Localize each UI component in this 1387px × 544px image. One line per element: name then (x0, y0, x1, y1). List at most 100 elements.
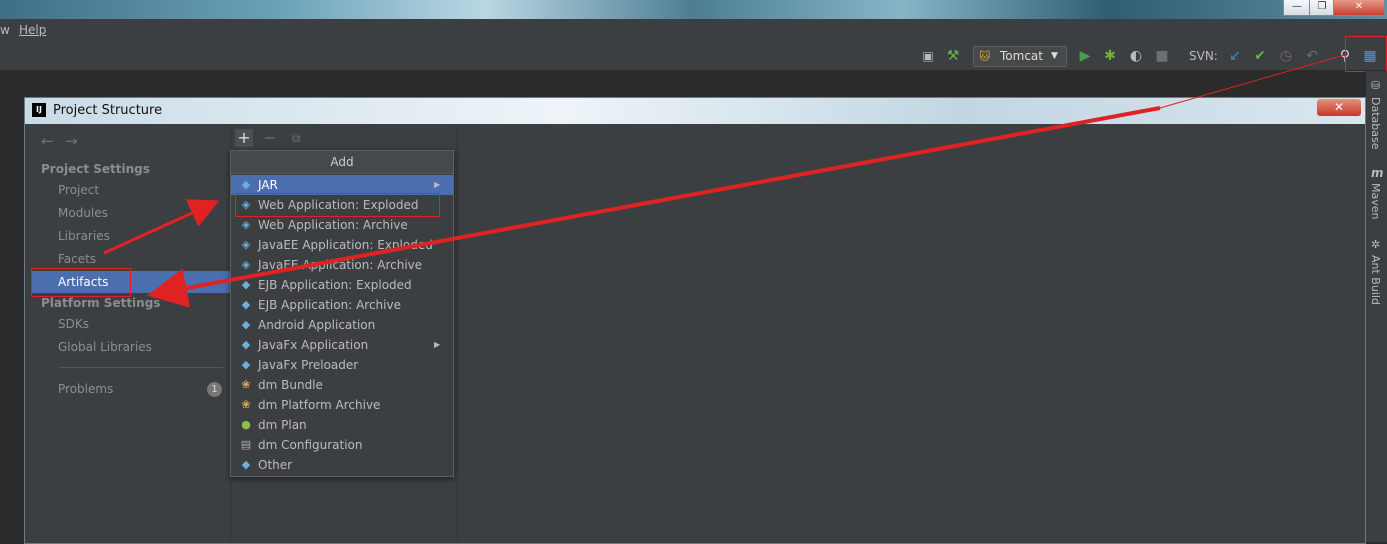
svn-update-icon[interactable]: ↙ (1226, 47, 1244, 65)
nav-item-label: SDKs (58, 317, 89, 331)
popup-item-label: JavaEE Application: Exploded (258, 238, 433, 252)
problems-count-badge: 1 (207, 382, 222, 397)
project-settings-header: Project Settings (41, 162, 150, 176)
revert-icon[interactable]: ↶ (1303, 47, 1321, 65)
copy-artifact-button[interactable]: ⧉ (287, 129, 305, 147)
popup-item-label: JavaFx Preloader (258, 358, 359, 372)
popup-item-ejb-exploded[interactable]: ◆ EJB Application: Exploded (231, 275, 453, 295)
nav-item-label: Project (58, 183, 100, 197)
popup-item-other[interactable]: ◆ Other (231, 455, 453, 475)
os-window-titlebar: — ❐ ✕ (0, 0, 1387, 19)
nav-item-libraries[interactable]: Libraries (31, 225, 230, 247)
tool-tab-ant-build[interactable]: Ant Build (1369, 255, 1382, 305)
javaee-artifact-icon: ◈ (241, 238, 251, 251)
popup-item-label: dm Plan (258, 418, 307, 432)
dm-bundle-icon: ❀ (241, 378, 251, 391)
nav-item-facets[interactable]: Facets (31, 248, 230, 270)
run-configuration-select[interactable]: 🐱 Tomcat ▼ (973, 46, 1067, 67)
chevron-down-icon: ▼ (1051, 51, 1058, 61)
ant-icon: ✲ (1371, 238, 1381, 251)
menubar: w Help (0, 19, 1387, 43)
nav-item-label: Global Libraries (58, 340, 152, 354)
popup-item-javaee-exploded[interactable]: ◈ JavaEE Application: Exploded (231, 235, 453, 255)
platform-settings-header: Platform Settings (41, 296, 161, 310)
popup-item-label: EJB Application: Archive (258, 298, 401, 312)
menu-window[interactable]: w (0, 23, 10, 37)
diamond-icon: ◆ (241, 338, 251, 351)
settings-nav-panel: ← → Project Settings Project Modules Lib… (31, 127, 231, 543)
popup-item-jar[interactable]: ◆ JAR ▶ (231, 175, 453, 195)
forward-arrow-icon[interactable]: → (65, 132, 78, 150)
database-icon: ⛁ (1371, 79, 1381, 92)
project-structure-dialog: IJ Project Structure ✕ ← → Project Setti… (24, 97, 1366, 544)
debug-bug-icon[interactable]: ✱ (1101, 47, 1119, 65)
run-config-label: Tomcat (1000, 49, 1043, 63)
popup-title: Add (231, 151, 453, 174)
popup-item-javafx-preloader[interactable]: ◆ JavaFx Preloader (231, 355, 453, 375)
popup-item-dm-bundle[interactable]: ❀ dm Bundle (231, 375, 453, 395)
popup-item-javaee-archive[interactable]: ◈ JavaEE Application: Archive (231, 255, 453, 275)
popup-item-label: Android Application (258, 318, 376, 332)
popup-item-label: Other (258, 458, 293, 472)
highlight-box-artifacts (31, 268, 131, 297)
menu-help[interactable]: Help (19, 23, 46, 37)
nav-item-sdks[interactable]: SDKs (31, 313, 230, 335)
coverage-icon[interactable]: ◐ (1127, 47, 1145, 65)
submenu-arrow-icon: ▶ (434, 340, 441, 349)
remove-artifact-button[interactable]: − (261, 129, 279, 147)
svn-commit-icon[interactable]: ✔ (1251, 47, 1269, 65)
dialog-titlebar: IJ Project Structure ✕ (25, 98, 1365, 124)
file-icon: ▤ (240, 438, 252, 451)
popup-item-label: dm Platform Archive (258, 398, 381, 412)
main-toolbar: ▣ ⚒ 🐱 Tomcat ▼ ▶ ✱ ◐ ■ SVN: ↙ ✔ ◷ ↶ ⚲ ▦ (0, 42, 1387, 71)
popup-item-label: EJB Application: Exploded (258, 278, 412, 292)
diamond-icon: ◆ (241, 458, 251, 471)
restore-button[interactable]: ❐ (1309, 0, 1335, 16)
popup-item-dm-plan[interactable]: ● dm Plan (231, 415, 453, 435)
artifact-details-panel (458, 127, 1363, 543)
tomcat-icon: 🐱 (979, 50, 991, 63)
popup-item-web-archive[interactable]: ◈ Web Application: Archive (231, 215, 453, 235)
nav-item-label: Libraries (58, 229, 110, 243)
popup-item-label: JavaEE Application: Archive (258, 258, 423, 272)
nav-item-label: Facets (58, 252, 97, 266)
ejb-artifact-icon: ◆ (241, 298, 251, 311)
popup-item-label: Web Application: Archive (258, 218, 408, 232)
popup-item-javafx-application[interactable]: ◆ JavaFx Application ▶ (231, 335, 453, 355)
right-tool-strip: ⛁ Database m Maven ✲ Ant Build (1365, 71, 1387, 542)
nav-separator (59, 367, 224, 368)
nav-item-problems[interactable]: Problems 1 (31, 378, 230, 400)
stop-icon[interactable]: ■ (1153, 47, 1171, 65)
dialog-close-button[interactable]: ✕ (1317, 99, 1361, 116)
popup-item-label: dm Bundle (258, 378, 323, 392)
popup-item-android[interactable]: ◆ Android Application (231, 315, 453, 335)
dm-plan-icon: ● (241, 418, 251, 431)
highlight-box-project-structure (1345, 36, 1387, 72)
add-artifact-button[interactable]: + (235, 129, 253, 147)
terminal-icon[interactable]: ▣ (919, 47, 937, 65)
window-close-button[interactable]: ✕ (1333, 0, 1385, 16)
submenu-arrow-icon: ▶ (434, 180, 441, 189)
back-arrow-icon[interactable]: ← (41, 132, 54, 150)
popup-item-label: dm Configuration (258, 438, 363, 452)
nav-item-modules[interactable]: Modules (31, 202, 230, 224)
build-hammer-icon[interactable]: ⚒ (944, 47, 962, 65)
run-icon[interactable]: ▶ (1076, 47, 1094, 65)
ejb-artifact-icon: ◆ (241, 278, 251, 291)
tool-tab-maven[interactable]: Maven (1369, 183, 1382, 219)
minimize-button[interactable]: — (1283, 0, 1311, 16)
popup-item-ejb-archive[interactable]: ◆ EJB Application: Archive (231, 295, 453, 315)
nav-item-project[interactable]: Project (31, 179, 230, 201)
nav-item-global-libraries[interactable]: Global Libraries (31, 336, 230, 358)
nav-item-label: Modules (58, 206, 108, 220)
history-icon[interactable]: ◷ (1277, 47, 1295, 65)
popup-item-dm-platform-archive[interactable]: ❀ dm Platform Archive (231, 395, 453, 415)
popup-item-label: JavaFx Application (258, 338, 369, 352)
tool-tab-database[interactable]: Database (1369, 97, 1382, 150)
popup-item-dm-configuration[interactable]: ▤ dm Configuration (231, 435, 453, 455)
intellij-logo-icon: IJ (32, 103, 46, 117)
svn-label: SVN: (1189, 49, 1218, 63)
javaee-artifact-icon: ◈ (241, 258, 251, 271)
nav-item-label: Problems (58, 382, 114, 396)
web-artifact-icon: ◈ (241, 218, 251, 231)
